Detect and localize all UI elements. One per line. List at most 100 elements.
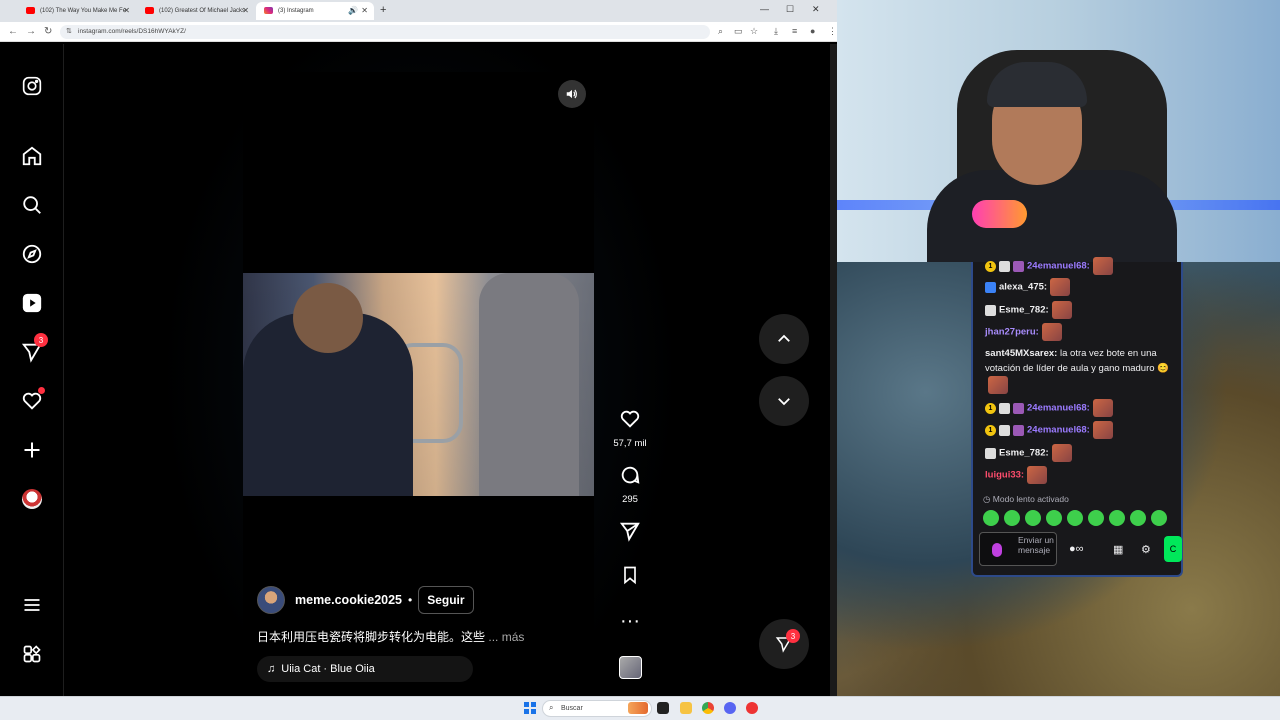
- caption-more-link[interactable]: ... más: [488, 630, 524, 644]
- chat-message: Esme_782:: [985, 301, 1175, 319]
- emote-icon[interactable]: [1151, 510, 1167, 526]
- audio-thumbnail[interactable]: [619, 656, 642, 679]
- address-bar-row: ← → ↻ ⇅ instagram.com/reels/DS16hWYAkYZ/…: [0, 22, 837, 42]
- close-window-icon[interactable]: ✕: [812, 4, 820, 15]
- emote-icon[interactable]: [983, 510, 999, 526]
- chat-input[interactable]: Enviar un mensaje: [979, 532, 1057, 566]
- store-icon[interactable]: ▦: [1113, 543, 1123, 556]
- download-icon[interactable]: ⤓: [774, 26, 778, 37]
- reload-icon[interactable]: ↻: [44, 26, 52, 37]
- chat-username[interactable]: Esme_782:: [999, 448, 1049, 459]
- slow-mode-notice: ◷ Modo lento activado: [983, 494, 1069, 505]
- reels-icon[interactable]: [20, 291, 44, 315]
- emote-icon[interactable]: [1004, 510, 1020, 526]
- like-button[interactable]: 57,7 mil: [605, 408, 655, 449]
- tab-youtube-1[interactable]: (102) The Way You Make Me Fe ✕: [18, 2, 136, 20]
- emote-icon[interactable]: [1130, 510, 1146, 526]
- settings-icon[interactable]: ⚙: [1141, 543, 1151, 556]
- app-icon[interactable]: [746, 702, 758, 714]
- close-tab-icon[interactable]: ✕: [361, 6, 368, 15]
- new-tab-button[interactable]: +: [380, 4, 386, 16]
- also-from-meta-icon[interactable]: [20, 642, 44, 666]
- more-menu-icon[interactable]: [20, 593, 44, 617]
- emote-icon[interactable]: [1025, 510, 1041, 526]
- reel-video-container[interactable]: meme.cookie2025 • Seguir 日本利用压电瓷砖将脚步转化为电…: [243, 72, 594, 696]
- instagram-logo-icon[interactable]: [20, 74, 44, 98]
- send-chat-button[interactable]: C: [1164, 536, 1182, 562]
- home-icon[interactable]: [20, 144, 44, 168]
- chat-username[interactable]: sant45MXsarex:: [985, 348, 1057, 359]
- profile-avatar[interactable]: [20, 487, 44, 511]
- start-button[interactable]: [524, 702, 536, 714]
- task-view-icon[interactable]: [657, 702, 669, 714]
- page-scrollbar[interactable]: [830, 44, 837, 696]
- site-info-icon[interactable]: ⇅: [66, 27, 72, 35]
- messages-icon[interactable]: 3: [20, 333, 48, 364]
- menu-icon[interactable]: ⋮: [828, 26, 837, 37]
- more-dots-icon: ···: [620, 610, 640, 632]
- emote-icon[interactable]: [1109, 510, 1125, 526]
- url-field[interactable]: ⇅ instagram.com/reels/DS16hWYAkYZ/: [60, 25, 710, 39]
- instagram-page: 3 meme.cookie2025 • Seguir 日本利用压电瓷砖将脚步转化…: [0, 44, 837, 696]
- back-icon[interactable]: ←: [8, 26, 18, 37]
- speaker-icon[interactable]: 🔊: [348, 6, 358, 15]
- microphone-icon[interactable]: [992, 543, 1002, 557]
- tab-youtube-2[interactable]: (102) Greatest Of Michael Jacks ✕: [137, 2, 255, 20]
- badge-icon: [999, 260, 1010, 272]
- avatar: [22, 489, 42, 509]
- search-icon[interactable]: [20, 193, 44, 217]
- next-reel-button[interactable]: [759, 376, 809, 426]
- chevron-up-icon: [778, 334, 790, 342]
- close-tab-icon[interactable]: ✕: [242, 6, 249, 15]
- maximize-icon[interactable]: ☐: [786, 4, 794, 15]
- chat-message: alexa_475:: [985, 278, 1175, 296]
- minimize-icon[interactable]: —: [760, 4, 769, 14]
- emote-icon[interactable]: [1046, 510, 1062, 526]
- chat-username[interactable]: jhan27peru:: [985, 327, 1039, 338]
- chat-username[interactable]: luigui33:: [985, 470, 1024, 481]
- reel-video-frame[interactable]: [243, 273, 594, 496]
- volume-icon[interactable]: [558, 80, 586, 108]
- discord-icon[interactable]: [724, 702, 736, 714]
- emote-icon[interactable]: [1088, 510, 1104, 526]
- chat-username[interactable]: 24emanuel68:: [1027, 403, 1090, 414]
- follow-button[interactable]: Seguir: [418, 586, 474, 614]
- chat-username[interactable]: 24emanuel68:: [1027, 425, 1090, 436]
- profile-icon[interactable]: ●: [810, 26, 815, 36]
- video-figure-head: [293, 283, 363, 353]
- comment-button[interactable]: 295: [605, 464, 655, 505]
- more-options-button[interactable]: ···: [605, 610, 655, 632]
- chat-username[interactable]: 24emanuel68:: [1027, 261, 1090, 272]
- close-tab-icon[interactable]: ✕: [123, 6, 130, 15]
- badge-icon: [985, 281, 996, 293]
- bits-icon[interactable]: ●∞: [1069, 543, 1084, 555]
- taskbar-search-placeholder: Buscar: [561, 705, 583, 712]
- tab-instagram[interactable]: (3) Instagram 🔊 ✕: [256, 2, 374, 20]
- floating-messages-button[interactable]: 3: [759, 619, 809, 669]
- previous-reel-button[interactable]: [759, 314, 809, 364]
- chat-username[interactable]: alexa_475:: [999, 282, 1047, 293]
- explore-icon[interactable]: [20, 242, 44, 266]
- audio-pill[interactable]: ♫ Uiia Cat · Blue Oiia: [257, 656, 473, 682]
- save-button[interactable]: [605, 565, 655, 590]
- extensions-icon[interactable]: ≡: [792, 26, 797, 36]
- comment-icon: [605, 464, 655, 491]
- owner-avatar[interactable]: [257, 586, 285, 614]
- cast-icon[interactable]: ▭: [734, 26, 743, 37]
- create-icon[interactable]: [20, 438, 44, 462]
- badge-icon: [999, 402, 1010, 414]
- notifications-icon[interactable]: [20, 387, 45, 413]
- audio-title: Uiia Cat · Blue Oiia: [281, 663, 375, 675]
- caption-text: 日本利用压电瓷砖将脚步转化为电能。这些: [257, 630, 486, 644]
- forward-icon[interactable]: →: [26, 26, 36, 37]
- like-count: 57,7 mil: [613, 438, 647, 449]
- widget-icon[interactable]: [628, 702, 648, 714]
- share-button[interactable]: [605, 520, 655, 547]
- chat-username[interactable]: Esme_782:: [999, 305, 1049, 316]
- emote-icon[interactable]: [1067, 510, 1083, 526]
- owner-username[interactable]: meme.cookie2025: [295, 593, 402, 607]
- star-icon[interactable]: ☆: [750, 26, 758, 37]
- chrome-icon[interactable]: [702, 702, 714, 714]
- zoom-icon[interactable]: ⌕: [718, 26, 723, 37]
- file-explorer-icon[interactable]: [680, 702, 692, 714]
